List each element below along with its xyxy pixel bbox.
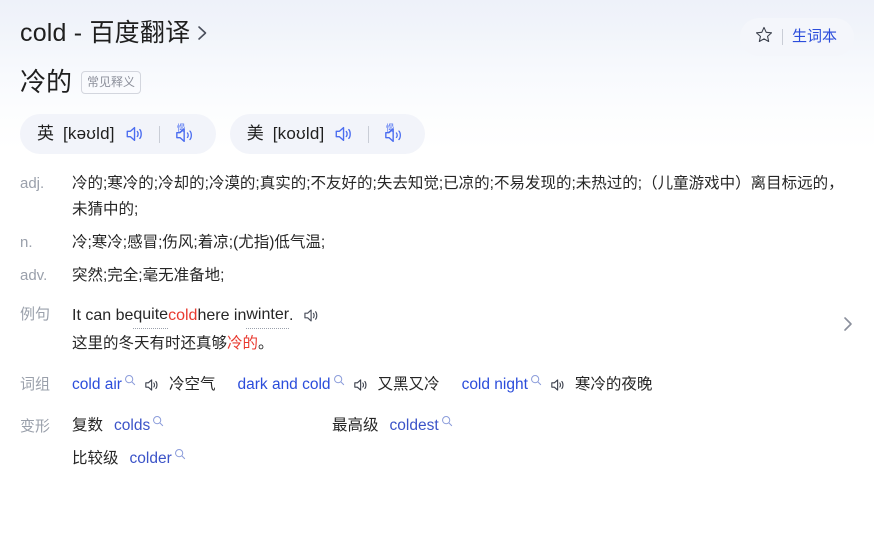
example-part: here in bbox=[197, 306, 247, 324]
definition-row-n: n. 冷;寒冷;感冒;伤风;着凉;(尤指)低气温; bbox=[20, 230, 854, 256]
pronunciation-uk: 英 [kəʊld] 慢 bbox=[20, 114, 216, 154]
word-form-plural: 复数 colds bbox=[72, 414, 332, 438]
example-cn-suffix: 。 bbox=[258, 335, 274, 352]
search-icon[interactable] bbox=[530, 374, 542, 386]
speaker-icon[interactable] bbox=[143, 377, 161, 393]
phrase-en[interactable]: dark and cold bbox=[237, 373, 330, 397]
example-part: It can be bbox=[72, 306, 134, 324]
favorite-vocabulary-button[interactable]: 生词本 bbox=[739, 18, 854, 56]
word-form-kind: 最高级 bbox=[332, 417, 379, 434]
definition-row-adj: adj. 冷的;寒冷的;冷却的;冷漠的;真实的;不友好的;失去知觉;已凉的;不易… bbox=[20, 171, 854, 223]
pos-label: n. bbox=[20, 234, 33, 251]
speaker-icon[interactable] bbox=[124, 124, 146, 144]
speaker-icon[interactable] bbox=[549, 377, 567, 393]
svg-text:慢: 慢 bbox=[386, 123, 394, 133]
definition-text: 突然;完全;毫无准备地; bbox=[72, 267, 225, 284]
example-cn-highlight: 冷的 bbox=[227, 335, 259, 352]
definition-text: 冷的;寒冷的;冷却的;冷漠的;真实的;不友好的;失去知觉;已凉的;不易发现的;未… bbox=[72, 175, 844, 218]
pronunciation-locale: 美 bbox=[246, 124, 264, 143]
search-icon[interactable] bbox=[441, 415, 453, 427]
example-part-highlight: cold bbox=[168, 306, 198, 324]
pronunciation-ipa: [kəʊld] bbox=[63, 124, 115, 143]
word-forms-label: 变形 bbox=[20, 418, 51, 435]
word-form-value[interactable]: colds bbox=[114, 414, 150, 438]
svg-text:慢: 慢 bbox=[177, 123, 185, 133]
speaker-icon[interactable] bbox=[352, 377, 370, 393]
phrases-section: 词组 cold air 冷空气 dark and cold 又黑又冷 cold … bbox=[20, 372, 854, 398]
slow-speaker-icon[interactable]: 慢 bbox=[173, 123, 199, 145]
word-forms-empty-cell bbox=[332, 447, 854, 471]
page-title[interactable]: cold - 百度翻译 bbox=[20, 16, 208, 50]
phrase-cn: 寒冷的夜晚 bbox=[574, 376, 653, 393]
word-form-comparative: 比较级 colder bbox=[72, 447, 332, 471]
word-form-value[interactable]: coldest bbox=[390, 414, 439, 438]
search-icon[interactable] bbox=[333, 374, 345, 386]
pronunciation-row: 英 [kəʊld] 慢 美 [koʊld] 慢 bbox=[20, 114, 854, 154]
word-form-kind: 比较级 bbox=[72, 450, 119, 467]
example-body: It can be quite cold here in winter. 这里的… bbox=[72, 302, 854, 357]
word-forms-grid: 复数 colds 最高级 coldest 比较级 colder bbox=[72, 414, 854, 471]
divider bbox=[781, 29, 783, 45]
pronunciation-ipa: [koʊld] bbox=[272, 124, 325, 143]
divider bbox=[158, 125, 160, 143]
definition-text: 冷;寒冷;感冒;伤风;着凉;(尤指)低气温; bbox=[72, 234, 326, 251]
example-part-dotted: winter bbox=[246, 302, 290, 329]
definition-row-adv: adv. 突然;完全;毫无准备地; bbox=[20, 263, 854, 289]
pronunciation-locale: 英 bbox=[37, 124, 54, 143]
phrase-cn: 冷空气 bbox=[168, 376, 216, 393]
phrase-cn: 又黑又冷 bbox=[377, 376, 440, 393]
word-forms-section: 变形 复数 colds 最高级 coldest 比较级 colder bbox=[20, 414, 854, 471]
example-part-dotted: quite bbox=[133, 302, 169, 329]
phrase-en[interactable]: cold air bbox=[72, 373, 122, 397]
favorite-label: 生词本 bbox=[791, 28, 837, 45]
phrase-item: cold night 寒冷的夜晚 bbox=[462, 373, 653, 397]
headword-text: 冷的 bbox=[20, 67, 73, 97]
definitions: adj. 冷的;寒冷的;冷却的;冷漠的;真实的;不友好的;失去知觉;已凉的;不易… bbox=[20, 171, 854, 289]
word-form-value[interactable]: colder bbox=[130, 447, 172, 471]
phrase-list: cold air 冷空气 dark and cold 又黑又冷 cold nig… bbox=[72, 373, 674, 397]
slow-speaker-icon[interactable]: 慢 bbox=[382, 123, 408, 145]
phrase-item: cold air 冷空气 bbox=[72, 373, 215, 397]
example-cn-prefix: 这里的冬天有时还真够 bbox=[72, 335, 228, 352]
speaker-icon[interactable] bbox=[333, 124, 355, 144]
word-form-superlative: 最高级 coldest bbox=[332, 414, 854, 438]
header: cold - 百度翻译 生词本 bbox=[20, 0, 854, 56]
phrase-en[interactable]: cold night bbox=[462, 373, 528, 397]
phrases-label: 词组 bbox=[20, 376, 51, 393]
search-icon[interactable] bbox=[152, 415, 164, 427]
search-icon[interactable] bbox=[124, 374, 136, 386]
example-more-chevron-right-icon[interactable] bbox=[842, 314, 854, 334]
pos-label: adj. bbox=[20, 175, 45, 192]
dictionary-result-card: cold - 百度翻译 生词本 冷的 常见释义 英 [kəʊld] 慢 美 [k… bbox=[0, 0, 874, 537]
example-sentence-en: It can be quite cold here in winter. bbox=[72, 302, 854, 329]
divider bbox=[368, 125, 370, 143]
chevron-right-icon bbox=[197, 25, 208, 41]
example-sentence-cn: 这里的冬天有时还真够冷的。 bbox=[72, 331, 854, 357]
example-label: 例句 bbox=[20, 306, 51, 323]
speaker-icon[interactable] bbox=[302, 307, 321, 324]
sense-tag: 常见释义 bbox=[81, 70, 142, 94]
pronunciation-us: 美 [koʊld] 慢 bbox=[229, 114, 426, 154]
headword-row: 冷的 常见释义 bbox=[20, 65, 854, 99]
pos-label: adv. bbox=[20, 267, 48, 284]
phrase-item: dark and cold 又黑又冷 bbox=[237, 373, 440, 397]
example-part: . bbox=[289, 306, 294, 324]
page-title-text: cold - 百度翻译 bbox=[20, 19, 191, 47]
word-form-kind: 复数 bbox=[72, 417, 104, 434]
example-section: 例句 It can be quite cold here in winter. … bbox=[20, 302, 854, 357]
star-outline-icon bbox=[755, 26, 773, 49]
search-icon[interactable] bbox=[174, 448, 186, 460]
